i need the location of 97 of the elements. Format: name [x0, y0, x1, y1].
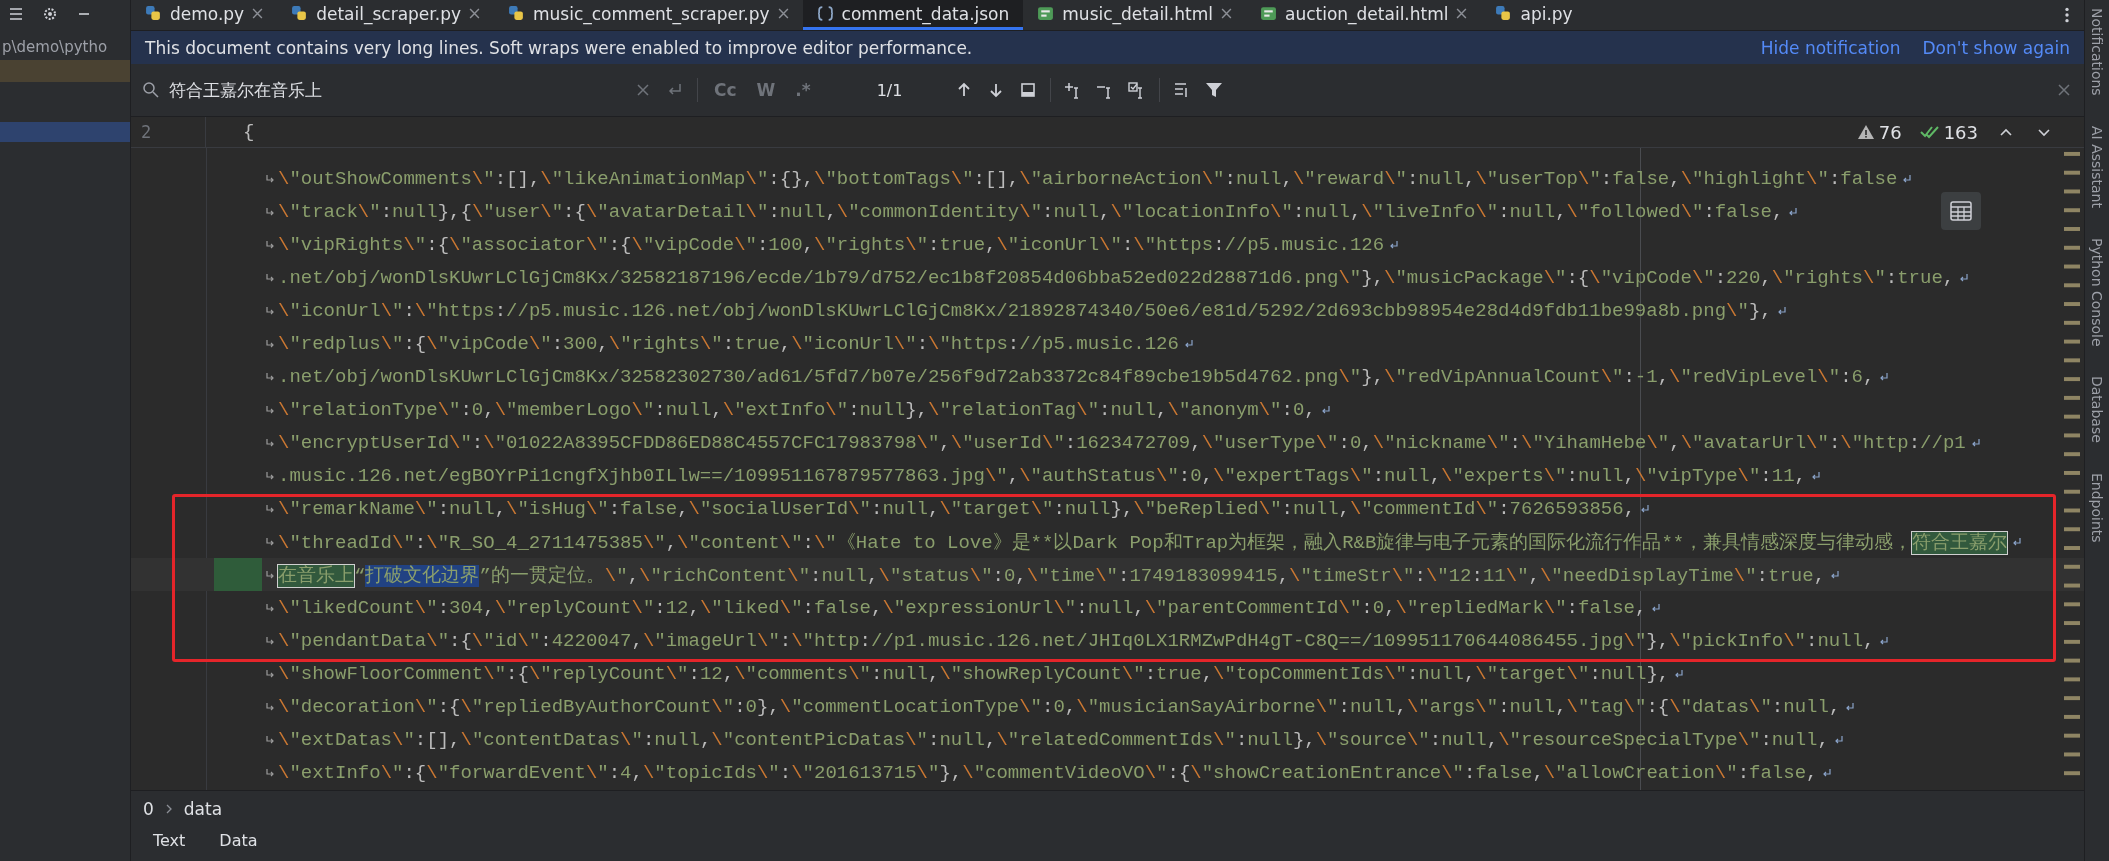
- soft-wrap-icon: [264, 733, 276, 746]
- python-file-icon: [1495, 5, 1513, 22]
- soft-wrap-icon: [2011, 535, 2024, 548]
- close-icon[interactable]: [469, 8, 480, 19]
- soft-wrap-icon: [1844, 700, 1857, 713]
- gutter-marker: [214, 558, 262, 591]
- code-line: \"likedCount\":304,\"replyCount\":12,\"liked\":false,\"expressionUrl\":null,\"parentCommentId\":0,\"repliedMark\":false,: [278, 596, 1647, 619]
- soft-wrap-icon: [264, 469, 276, 482]
- code-line: \"extInfo\":{\"forwardEvent\":4,\"topicIds\":\"201613715\"},\"commentVideoVO\":{\"showCreationEntrance\":false,\"allowCreation\":false,: [278, 761, 1818, 784]
- code-line: .net/obj/wonDlsKUwrLClGjCm8Kx/32582302730/ad61/5fd7/b07e/256f9d72ab3372c84f89cbe19b5d4762.png\"},\"redVipAnnualCount\":-1,\"redVipLevel\":6,: [278, 365, 1875, 388]
- notification-link[interactable]: Hide notification: [1760, 37, 1901, 58]
- notification-text: This document contains very long lines. Soft wraps were enabled to improve editor performance.: [145, 37, 974, 58]
- collapse-icon[interactable]: [8, 6, 24, 22]
- code-line: \"pendantData\":{\"id\":4220047,\"imageUrl\":\"http://p1.music.126.net/JHIq0LX1RMZwPdH4gT-C8Q==/109951170644086455.jpg\"},\"pickInfo\":null,: [278, 629, 1875, 652]
- editor-tab[interactable]: comment_data.json: [802, 0, 1024, 30]
- soft-wrap-icon: [1388, 238, 1401, 251]
- search-icon: [141, 80, 161, 100]
- soft-wrap-icon: [264, 205, 276, 218]
- view-tab[interactable]: Data: [219, 831, 258, 850]
- tool-window-button[interactable]: Python Console: [2089, 237, 2105, 347]
- html-file-icon: [1037, 5, 1055, 22]
- tool-window-button[interactable]: Endpoints: [2089, 472, 2105, 543]
- soft-wrap-icon: [1878, 634, 1891, 647]
- table-view-button[interactable]: [1941, 192, 1981, 230]
- line-number: 2: [141, 122, 152, 142]
- breadcrumb-item[interactable]: data: [183, 799, 223, 819]
- match-count: 1/1: [876, 80, 903, 100]
- code-line: \"outShowComments\":[],\"likeAnimationMap\":{},\"bottomTags\":[],\"airborneAction\":null,\"reward\":null,\"userTop\":false,\"highlight\":false: [278, 167, 1898, 190]
- soft-wrap-icon: [264, 502, 276, 515]
- html-file-icon: [1259, 5, 1277, 22]
- warning-icon: [1856, 123, 1875, 141]
- python-file-icon: [508, 5, 525, 22]
- soft-wrap-icon: [264, 370, 276, 383]
- editor-tab[interactable]: api.py: [1481, 0, 1587, 30]
- python-file-icon: [145, 5, 162, 22]
- code-line: \"redplus\":{\"vipCode\":300,\"rights\":true,\"iconUrl\":\"https://p5.music.126: [278, 332, 1179, 355]
- soft-wrap-icon: [1958, 271, 1971, 284]
- soft-wrap-icon: [264, 700, 276, 713]
- code-line: \"iconUrl\":\"https://p5.music.126.net/obj/wonDlsKUwrLClGjCm8Kx/21892874340/50e6/e81d/5292/2d693cbb98954e28d4d9fdb11be99a8b.png\"},: [278, 299, 1772, 322]
- soft-wrap-icon: [264, 403, 276, 416]
- soft-wrap-icon: [1878, 370, 1891, 383]
- soft-wrap-icon: [1673, 667, 1686, 680]
- code-line: .music.126.net/egBOYrPi1cngfXjhb0ILlw==/109951167879577863.jpg\",\"authStatus\":0,\"expertTags\":null,\"experts\":null,\"vipType\":11,: [278, 464, 1806, 487]
- code-line: \"extDatas\":[],\"contentDatas\":null,\"contentPicDatas\":null,\"relatedCommentIds\":null},\"source\":null,\"resourceSpecialType\":null,: [278, 728, 1829, 751]
- notification-link[interactable]: Don't show again: [1922, 37, 2070, 58]
- code-line: \"threadId\":\"R_SO_4_2711475385\",\"content\":\"《Hate to Love》是**以Dark Pop和Trap为框架，融入R&B旋律与电子元素的国际化流行作品**，兼具情感深度与律动感，符合王嘉尔: [278, 530, 2008, 555]
- soft-wrap-icon: [264, 568, 276, 581]
- tool-window-button[interactable]: AI Assistant: [2089, 125, 2105, 208]
- warning-count[interactable]: 76: [1856, 121, 1902, 143]
- code-line: \"relationType\":0,\"memberLogo\":null,\"extInfo\":null},\"relationTag\":null,\"anonym\":0,: [278, 398, 1316, 421]
- search-field[interactable]: 符合王嘉尔在音乐上: [141, 78, 621, 102]
- soft-wrap-icon: [264, 304, 276, 317]
- editor-tab[interactable]: detail_scraper.py: [277, 0, 494, 30]
- project-path: p\demo\pytho: [1, 37, 109, 56]
- code-line: {: [243, 121, 255, 143]
- soft-wrap-icon: [264, 436, 276, 449]
- check-count[interactable]: 163: [1919, 121, 1978, 143]
- close-icon[interactable]: [1220, 8, 1232, 19]
- breadcrumb-item[interactable]: 0: [143, 799, 154, 819]
- tool-window-button[interactable]: Database: [2089, 376, 2105, 443]
- soft-wrap-icon: [264, 634, 276, 647]
- soft-wrap-icon: [1810, 469, 1822, 482]
- editor-tab[interactable]: music_comment_scraper.py: [494, 0, 803, 30]
- soft-wrap-icon: [264, 667, 276, 680]
- code-line: \"showFloorComment\":{\"replyCount\":12,\"comments\":null,\"showReplyCount\":true,\"topCommentIds\":null,\"target\":null},: [278, 662, 1670, 685]
- code-line: \"track\":null},{\"user\":{\"avatarDetail\":null,\"commonIdentity\":null,\"locationInfo\":null,\"liveInfo\":null,\"followed\":false,: [278, 200, 1784, 223]
- python-file-icon: [291, 5, 309, 22]
- soft-wrap-icon: [264, 172, 276, 185]
- code-line: \"encryptUserId\":\"01022A8395CFDD86ED88C4557CFC17983798\",\"userId\":1623472709,\"userType\":0,\"nickname\":\"YihamHebe\",\"avatarUrl\":\"http://p1: [278, 431, 1966, 454]
- code-line: \"decoration\":{\"repliedByAuthorCount\":0},\"commentLocationType\":0,\"musicianSayAirborne\":null,\"args\":null,\"tag\":{\"datas\":null,: [278, 695, 1841, 718]
- close-icon[interactable]: [1456, 8, 1468, 19]
- soft-wrap-icon: [1639, 502, 1652, 515]
- soft-wrap-icon: [1829, 568, 1842, 581]
- soft-wrap-icon: [264, 337, 276, 350]
- json-file-icon: [816, 5, 834, 22]
- table-icon: [1950, 201, 1972, 221]
- code-line: \"vipRights\":{\"associator\":{\"vipCode\":100,\"rights\":true,\"iconUrl\":\"https://p5.music.126: [278, 233, 1385, 256]
- editor-tab[interactable]: music_detail.html: [1023, 0, 1246, 30]
- filter-icon[interactable]: [1204, 80, 1225, 100]
- soft-wrap-icon: [1650, 601, 1663, 614]
- code-line: \"remarkName\":null,\"isHug\":false,\"socialUserId\":null,\"target\":null},\"beReplied\":null,\"commentId\":7626593856,: [278, 497, 1636, 520]
- soft-wrap-icon: [264, 238, 276, 251]
- soft-wrap-icon: [1901, 172, 1914, 185]
- soft-wrap-icon: [264, 535, 276, 548]
- soft-wrap-icon: [264, 601, 276, 614]
- soft-wrap-icon: [1787, 205, 1800, 218]
- tool-window-button[interactable]: Notifications: [2089, 8, 2105, 96]
- editor-tab[interactable]: demo.py: [131, 0, 278, 30]
- soft-wrap-icon: [264, 766, 276, 779]
- close-icon[interactable]: [777, 8, 789, 19]
- code-line: .net/obj/wonDlsKUwrLClGjCm8Kx/32582187196/ecde/1b79/d752/ec1b8f20854d06bba52ed022d28871d6.png\"},\"musicPackage\":{\"vipCode\":220,\"rights\":true,: [278, 266, 1955, 289]
- editor-tab[interactable]: auction_detail.html: [1245, 0, 1482, 30]
- soft-wrap-icon: [264, 271, 276, 284]
- soft-wrap-icon: [1821, 766, 1834, 779]
- close-icon[interactable]: [252, 8, 264, 19]
- view-tab[interactable]: Text: [153, 831, 186, 850]
- settings-icon[interactable]: [42, 6, 58, 22]
